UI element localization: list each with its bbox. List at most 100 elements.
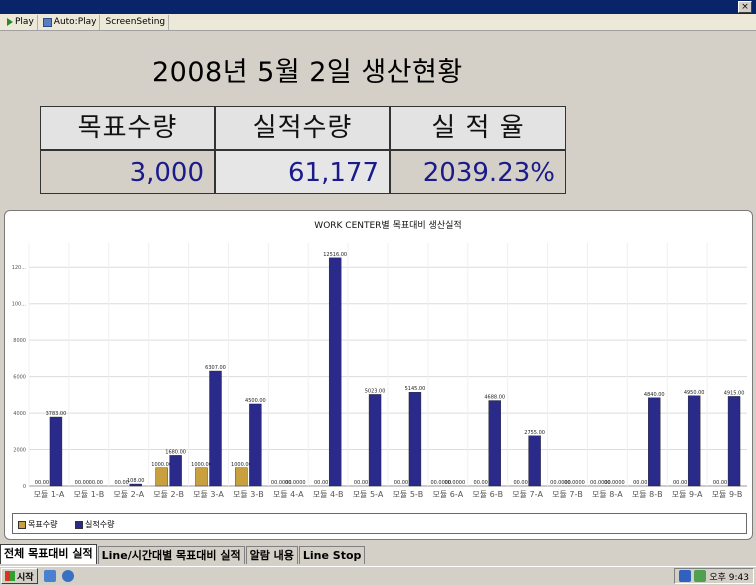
legend-swatch-actual [75,520,83,529]
tab-line-stop[interactable]: Line Stop [298,546,366,564]
chart-legend: 목표수량 실적수량 [12,513,747,534]
x-tick-label: 모듈 4-B [313,490,344,499]
x-tick-label: 모듈 3-B [233,490,264,499]
bar-actual [687,395,701,487]
x-tick-label: 모듈 8-B [632,490,663,499]
kpi-actual-value: 61,177 [215,150,390,194]
chart-title: WORK CENTER별 목표대비 생산실적 [314,219,461,231]
close-icon[interactable]: × [738,1,752,13]
kpi-rate-header: 실 적 율 [390,106,566,150]
data-label-actual: 4950.00 [684,390,705,396]
x-tick-label: 모듈 6-A [432,490,463,499]
data-label-actual: 5023.00 [365,388,386,394]
bar-actual [488,400,501,487]
legend-item-actual: 실적수량 [75,519,114,530]
autoplay-button[interactable]: Auto:Play [40,14,101,30]
data-label-actual: 00.0000 [285,480,306,486]
toolbar: Play Auto:Play ScreenSeting [0,14,756,31]
legend-label-target: 목표수량 [28,520,58,529]
bar-actual [528,435,541,487]
tab-alarm-content[interactable]: 알람 내용 [245,546,298,564]
data-label-actual: 4840.00 [644,392,665,398]
data-label-actual: 6307.00 [205,365,226,371]
x-tick-label: 모듈 8-A [592,490,623,499]
data-label-actual: 2755.00 [524,430,545,436]
data-label-actual: 12516.00 [323,252,347,258]
data-label-actual: 00.0000 [564,480,585,486]
bar-target [155,467,168,487]
data-label-target: 00.00 [394,480,408,486]
y-tick-label: 0 [23,484,26,490]
data-label-target: 00.00 [513,480,527,486]
kpi-rate-value: 2039.23% [390,150,566,194]
play-icon [7,18,13,26]
data-label-actual: 00.0000 [444,480,465,486]
y-tick-label: 6000 [13,375,26,381]
x-tick-label: 모듈 2-A [113,490,144,499]
taskbar: 시작 오후 9:43 [0,566,756,585]
tray-clock: 오후 9:43 [709,572,749,583]
autoplay-label: Auto:Play [53,17,97,27]
bar-actual [368,394,382,487]
x-tick-label: 모듈 6-B [472,490,503,499]
bar-actual [209,370,222,487]
data-label-target: 00.00 [75,480,89,486]
start-button[interactable]: 시작 [1,568,38,584]
legend-label-actual: 실적수량 [85,520,115,529]
y-tick-label: 120... [12,265,27,271]
bar-target [195,467,208,487]
x-tick-label: 모듈 3-A [193,490,224,499]
chart-panel: WORK CENTER별 목표대비 생산실적 0 2000 4000 6000 8000 1… [4,210,753,540]
data-label-target: 00.00 [673,480,687,486]
system-tray: 오후 9:43 [674,568,754,584]
data-label-actual: 4500.00 [245,398,266,404]
y-tick-label: 100... [12,302,27,308]
page-title: 2008년 5월 2일 생산현황 [152,57,463,88]
window-titlebar: × [0,0,756,14]
x-tick-label: 모듈 5-A [353,490,384,499]
data-label-target: 1000.00 [231,462,252,468]
tab-line-hourly-target-vs-actual[interactable]: Line/시간대별 목표대비 실적 [97,546,245,564]
legend-item-target: 목표수량 [18,519,57,530]
bar-actual [169,455,182,487]
bar-actual [249,403,262,487]
x-tick-label: 모듈 1-A [34,490,65,499]
bar-actual [328,257,342,487]
data-label-actual: 3783.00 [46,411,67,417]
data-label-actual: 5145.00 [405,386,426,392]
tray-app-icon[interactable] [679,570,692,582]
quicklaunch-ie-icon[interactable] [61,570,74,582]
x-tick-label: 모듈 4-A [273,490,304,499]
x-tick-label: 모듈 7-B [552,490,583,499]
kpi-actual-header: 실적수량 [215,106,390,150]
kpi-target-value: 3,000 [40,150,215,194]
data-label-actual: 108.00 [127,478,145,484]
data-label-target: 1000.00 [191,462,212,468]
data-label-target: 00.00 [314,480,328,486]
quicklaunch-explorer-icon[interactable] [43,570,56,582]
data-label-target: 00.00 [633,480,647,486]
y-tick-label: 4000 [13,411,26,417]
y-tick-label: 2000 [13,448,26,454]
data-label-actual: 4915.00 [724,390,745,396]
x-tick-label: 모듈 9-B [712,490,743,499]
tray-network-icon[interactable] [694,570,707,582]
bar-actual [648,397,661,487]
tab-overall-target-vs-actual[interactable]: 전체 목표대비 실적 [0,544,97,564]
bar-chart: WORK CENTER별 목표대비 생산실적 0 2000 4000 6000 8000 1… [12,219,747,499]
data-label-target: 1000.00 [151,462,172,468]
data-label-actual: 1680.00 [165,449,186,455]
data-label-target: 00.00 [354,480,368,486]
autoplay-icon [42,17,52,27]
x-tick-label: 모듈 9-A [672,490,703,499]
bar-target [235,467,248,487]
bar-actual [49,416,63,487]
x-tick-label: 모듈 7-A [512,490,543,499]
y-tick-label: 8000 [13,338,26,344]
screen-setting-button[interactable]: ScreenSeting [102,14,170,30]
data-label-actual: 00.00 [89,480,103,486]
data-label-actual: 4688.00 [484,395,505,401]
x-tick-label: 모듈 2-B [153,490,184,499]
play-label: Play [15,17,34,27]
play-button[interactable]: Play [4,14,38,30]
